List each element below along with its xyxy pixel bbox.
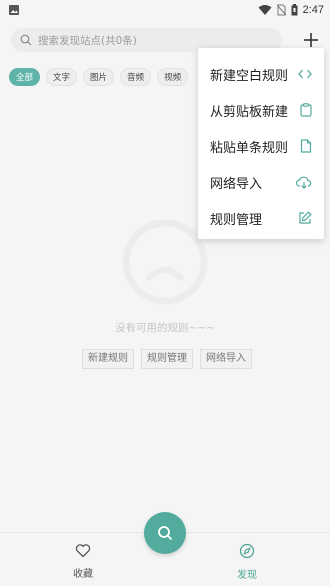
chip-audio[interactable]: 音频	[120, 68, 152, 86]
status-bar: 2:47	[0, 0, 330, 20]
empty-message: 没有可用的规则~~~	[115, 322, 215, 334]
menu-item-label: 粘贴单条规则	[210, 140, 289, 156]
category-chips: 全部 文字 图片 音频 视频	[9, 68, 189, 86]
chip-video[interactable]: 视频	[157, 68, 189, 86]
nav-favorites-label: 收藏	[73, 569, 93, 580]
chip-text[interactable]: 文字	[46, 68, 78, 86]
heart-icon	[75, 544, 91, 558]
empty-actions: 新建规则 规则管理 网络导入	[82, 349, 252, 369]
menu-item-new-from-clipboard[interactable]: 从剪贴板新建	[198, 92, 324, 128]
code-icon	[298, 69, 312, 79]
no-sim-icon	[276, 4, 286, 16]
menu-item-new-blank-rule[interactable]: 新建空白规则	[198, 56, 324, 92]
new-rule-button[interactable]: 新建规则	[82, 349, 134, 369]
compass-icon	[239, 543, 255, 559]
nav-favorites[interactable]: 收藏	[58, 543, 108, 580]
menu-item-network-import[interactable]: 网络导入	[198, 164, 324, 200]
image-notification-icon	[9, 5, 19, 15]
menu-item-label: 从剪贴板新建	[210, 104, 289, 120]
battery-icon	[291, 4, 298, 16]
add-menu: 新建空白规则 从剪贴板新建 粘贴单条规则 网络导入 规则管理	[198, 48, 324, 239]
nav-discover[interactable]: 发现	[222, 543, 272, 581]
status-time: 2:47	[302, 4, 324, 16]
search-icon	[20, 34, 32, 46]
sad-face-icon	[122, 219, 208, 305]
wifi-icon	[258, 5, 272, 15]
edit-icon	[299, 211, 312, 224]
menu-item-label: 规则管理	[210, 212, 263, 228]
chip-image[interactable]: 图片	[83, 68, 115, 86]
menu-item-rule-manage[interactable]: 规则管理	[198, 200, 324, 236]
menu-item-label: 网络导入	[210, 176, 263, 192]
cloud-download-icon	[296, 176, 312, 189]
search-fab-button[interactable]	[144, 512, 186, 554]
search-icon	[158, 526, 172, 540]
chip-all[interactable]: 全部	[9, 68, 41, 86]
network-import-button[interactable]: 网络导入	[200, 349, 252, 369]
nav-discover-label: 发现	[237, 570, 257, 581]
search-placeholder: 搜索发现站点(共0条)	[38, 34, 137, 47]
menu-item-paste-single-rule[interactable]: 粘贴单条规则	[198, 128, 324, 164]
clipboard-icon	[300, 103, 312, 117]
menu-item-label: 新建空白规则	[210, 68, 289, 84]
rule-manage-button[interactable]: 规则管理	[141, 349, 193, 369]
file-icon	[300, 139, 312, 153]
